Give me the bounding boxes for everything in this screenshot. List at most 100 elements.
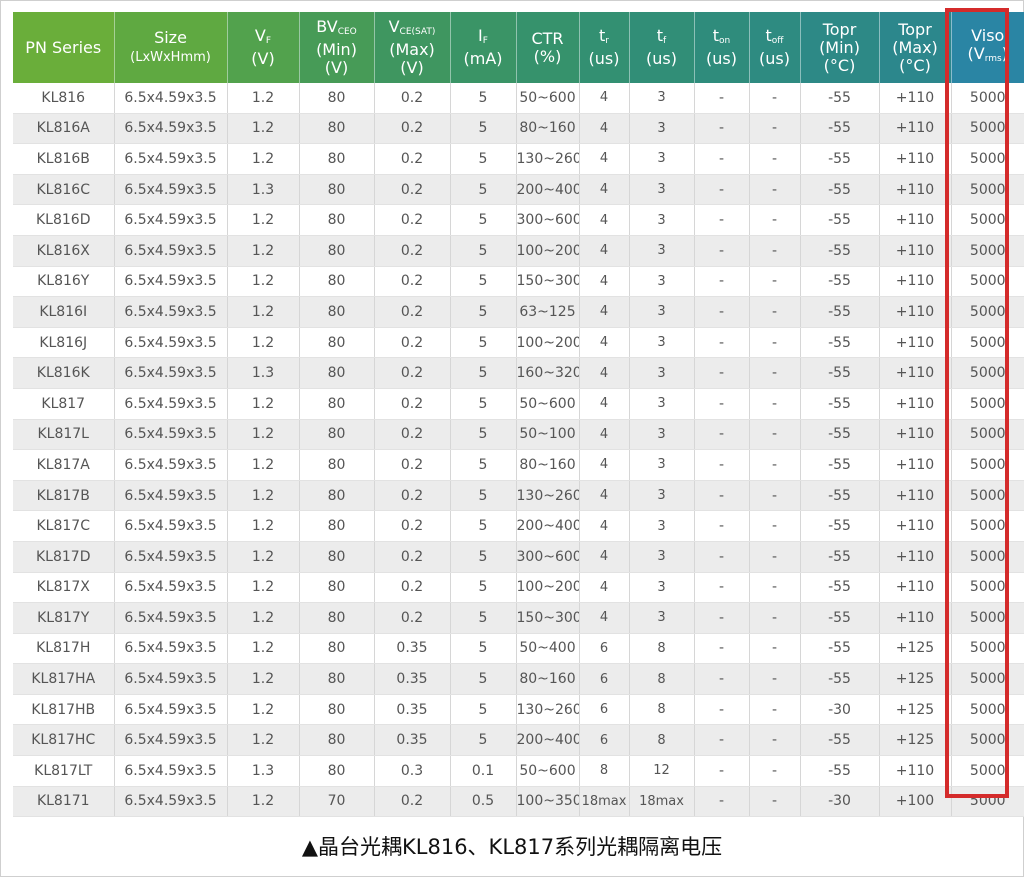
table-cell: 3 — [629, 357, 695, 389]
table-cell: KL816Y — [13, 266, 115, 298]
table-cell: 5000 — [951, 296, 1024, 328]
table-cell: +110 — [879, 480, 952, 512]
table-cell: 8 — [579, 755, 630, 787]
table-cell: +125 — [879, 724, 952, 757]
table-cell: 4 — [579, 327, 630, 359]
table-cell: 3 — [629, 388, 695, 420]
header-subscript: r — [605, 36, 609, 46]
table-cell: KL816C — [13, 174, 115, 206]
header-vcesat: VCE(SAT) (Max) (V) — [374, 12, 451, 83]
table-cell: 0.2 — [374, 327, 451, 359]
table-row: KL8171 6.5x4.59x3.5 1.2 70 0.2 0.5 100~350 18ma… — [13, 786, 1024, 818]
table-row: KL816 6.5x4.59x3.5 1.2 80 0.2 5 50~600 4 3- - -55 +… — [13, 83, 1024, 114]
table-cell: 5 — [450, 419, 517, 451]
header-unit: (°C) — [823, 55, 856, 75]
table-cell: - — [749, 663, 801, 695]
table-cell: 3 — [629, 296, 695, 328]
table-cell: KL816D — [13, 204, 115, 236]
header-size: Size (LxWxHmm) — [114, 12, 228, 83]
table-cell: 6.5x4.59x3.5 — [114, 724, 228, 757]
table-cell: 18max — [629, 786, 695, 818]
table-cell: 3 — [629, 602, 695, 634]
table-row: KL817L 6.5x4.59x3.5 1.2 80 0.2 5 50~100 4 3- - -55… — [13, 419, 1024, 451]
table-cell: - — [749, 419, 801, 451]
table-cell: 5000 — [951, 510, 1024, 542]
header-label: V — [254, 26, 266, 45]
table-cell: 3 — [629, 449, 695, 481]
header-qualifier: (Max) — [389, 40, 435, 59]
table-cell: -55 — [800, 174, 880, 206]
table-cell: 3 — [629, 204, 695, 236]
table-cell: 0.2 — [374, 235, 451, 267]
table-cell: 5 — [450, 510, 517, 542]
table-cell: -30 — [800, 694, 880, 726]
table-cell: 1.2 — [227, 510, 300, 542]
table-cell: - — [749, 786, 801, 818]
table-cell: - — [694, 694, 750, 726]
table-cell: -55 — [800, 113, 880, 145]
spec-table: PN Series Size (LxWxHmm) VF (V) BVCEO (Min)… — [13, 12, 1024, 818]
table-cell: KL817HC — [13, 724, 115, 757]
table-cell: 0.2 — [374, 480, 451, 512]
table-cell: - — [749, 266, 801, 298]
header-vf: VF (V) — [227, 12, 300, 83]
table-cell: 1.2 — [227, 724, 300, 757]
table-cell: 5000 — [951, 724, 1024, 757]
table-cell: -55 — [800, 235, 880, 267]
header-subscript: CE(SAT) — [399, 27, 436, 37]
table-cell: - — [749, 388, 801, 420]
table-cell: 5000 — [951, 602, 1024, 634]
table-cell: 6.5x4.59x3.5 — [114, 388, 228, 420]
header-tr: tr (us) — [579, 12, 630, 83]
table-cell: 4 — [579, 602, 630, 634]
table-cell: 80 — [299, 663, 375, 695]
table-cell: 6.5x4.59x3.5 — [114, 449, 228, 481]
table-cell: - — [749, 572, 801, 604]
header-topr-max: Topr (Max) (°C) — [879, 12, 952, 83]
table-cell: 6 — [579, 694, 630, 726]
table-cell: 4 — [579, 510, 630, 542]
table-cell: 1.2 — [227, 327, 300, 359]
table-cell: 80 — [299, 235, 375, 267]
table-cell: 5000 — [951, 633, 1024, 665]
table-cell: 5000 — [951, 419, 1024, 451]
table-cell: KL817L — [13, 419, 115, 451]
header-unit: (us) — [588, 49, 620, 68]
table-cell: 150~300 — [516, 602, 580, 634]
header-unit: (mA) — [463, 49, 503, 68]
table-cell: - — [694, 204, 750, 236]
table-cell: 6.5x4.59x3.5 — [114, 174, 228, 206]
table-cell: KL817 — [13, 388, 115, 420]
table-cell: 6.5x4.59x3.5 — [114, 602, 228, 634]
table-cell: +110 — [879, 755, 952, 787]
table-cell: 1.2 — [227, 480, 300, 512]
table-cell: - — [749, 541, 801, 573]
table-cell: - — [749, 755, 801, 787]
table-row: KL817 6.5x4.59x3.5 1.2 80 0.2 5 50~600 4 3- - -55 +… — [13, 388, 1024, 420]
table-cell: 3 — [629, 572, 695, 604]
table-cell: 80 — [299, 174, 375, 206]
table-cell: -55 — [800, 633, 880, 665]
table-cell: 0.3 — [374, 755, 451, 787]
table-cell: 4 — [579, 357, 630, 389]
header-label: Size — [154, 27, 187, 47]
table-cell: KL817LT — [13, 755, 115, 787]
table-cell: 4 — [579, 113, 630, 145]
table-cell: - — [694, 83, 750, 114]
header-unit: (%) — [533, 46, 562, 66]
header-label: Viso — [971, 26, 1005, 45]
table-cell: -55 — [800, 83, 880, 114]
table-cell: 0.2 — [374, 419, 451, 451]
table-cell: 80 — [299, 602, 375, 634]
table-cell: 6.5x4.59x3.5 — [114, 419, 228, 451]
table-cell: - — [694, 633, 750, 665]
table-cell: 0.2 — [374, 174, 451, 206]
table-cell: 0.35 — [374, 694, 451, 726]
table-cell: - — [749, 724, 801, 757]
table-cell: +110 — [879, 204, 952, 236]
table-cell: -55 — [800, 755, 880, 787]
table-cell: 80 — [299, 388, 375, 420]
table-row: KL816Y 6.5x4.59x3.5 1.2 80 0.2 5 150~300 4 3- - -5… — [13, 266, 1024, 298]
table-cell: - — [749, 327, 801, 359]
table-cell: 3 — [629, 327, 695, 359]
